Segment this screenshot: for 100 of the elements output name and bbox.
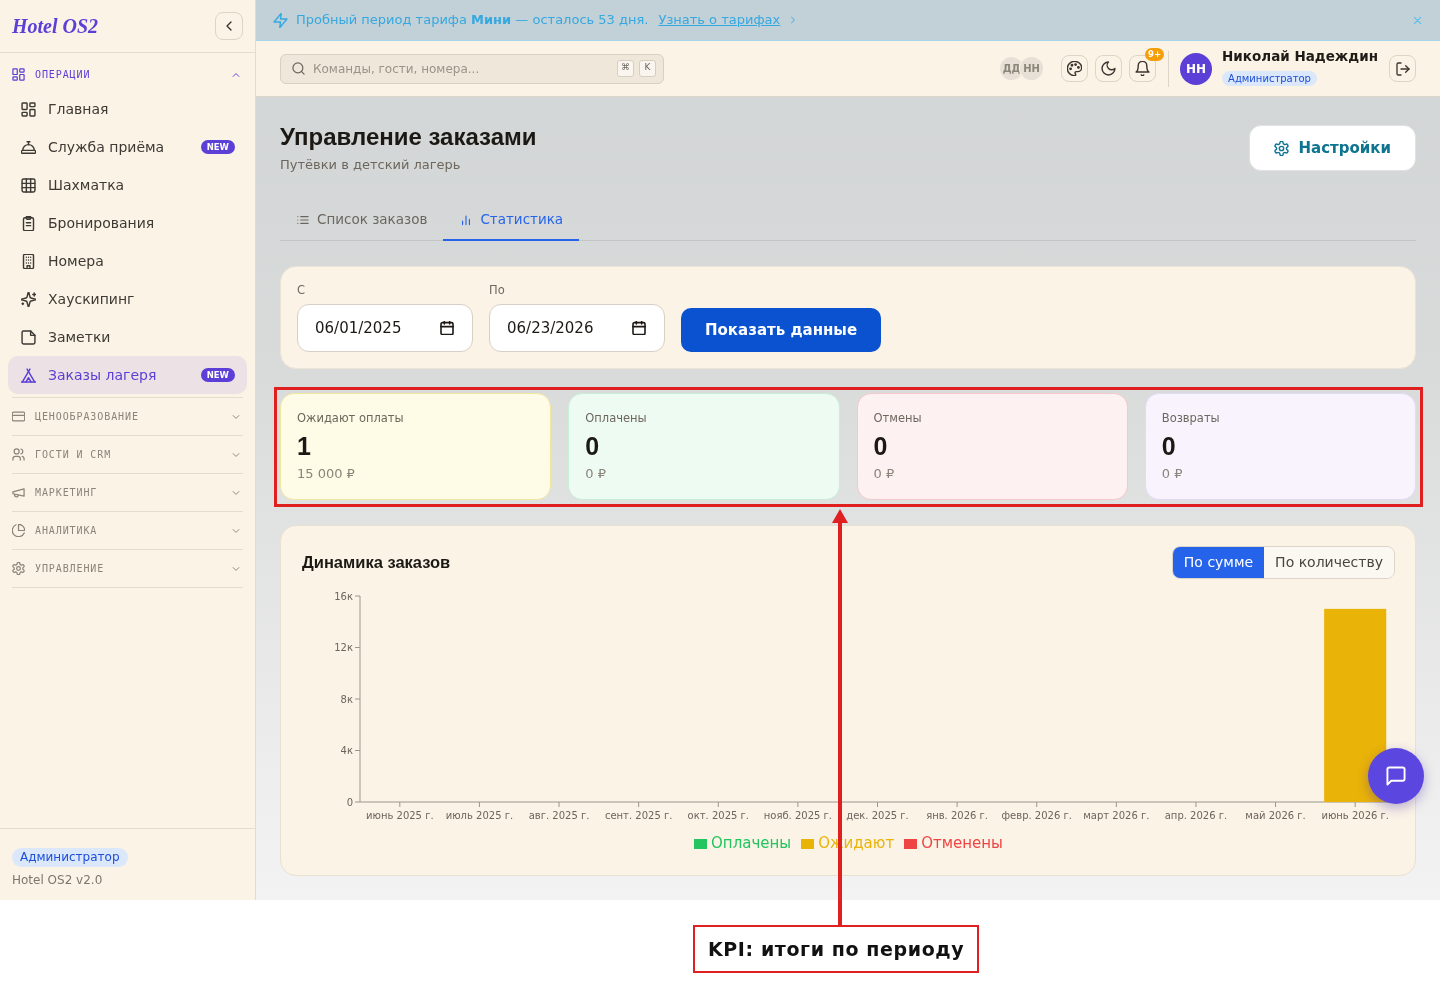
close-icon xyxy=(1412,14,1423,26)
search-icon xyxy=(292,61,305,75)
field-label: С xyxy=(297,283,307,298)
nav-section-header[interactable]: ЦЕНООБРАЗОВАНИЕ xyxy=(12,398,243,435)
field-label: По xyxy=(489,283,506,298)
moon-icon xyxy=(1101,61,1117,76)
legend-label: Отменены xyxy=(921,834,1003,853)
legend-label: Оплачены xyxy=(711,834,792,853)
axis-label: 4к xyxy=(340,745,353,756)
callout-caption: KPI: итоги по периоду xyxy=(693,925,980,973)
dark-mode-button[interactable] xyxy=(1095,55,1123,82)
kpi-label: Возвраты xyxy=(1161,410,1221,426)
nav-section-header[interactable]: УПРАВЛЕНИЕ xyxy=(12,550,243,587)
chat-icon xyxy=(1386,766,1406,786)
chart-title: Динамика заказов xyxy=(302,552,451,574)
new-badge: NEW xyxy=(200,367,235,383)
axis-label: окт. 2025 г. xyxy=(687,810,749,821)
building-icon xyxy=(21,253,36,269)
service-bell-icon xyxy=(21,139,36,155)
axis-label: 16к xyxy=(334,590,353,602)
new-badge: NEW xyxy=(200,139,235,155)
theme-palette-button[interactable] xyxy=(1061,55,1089,82)
sidebar-item[interactable]: Шахматка xyxy=(8,166,247,204)
nav-section-header[interactable]: ОПЕРАЦИИ xyxy=(12,59,243,90)
axis-label: 0 xyxy=(346,796,353,808)
kpi-amount: 0 ₽ xyxy=(585,465,607,483)
kpi-value: 0 xyxy=(585,431,601,461)
nav-section-header[interactable]: АНАЛИТИКА xyxy=(12,512,243,549)
page-title: Управление заказами xyxy=(280,122,537,152)
kpi-amount: 15 000 ₽ xyxy=(297,465,356,483)
toggle-button[interactable]: По количеству xyxy=(1264,547,1394,578)
kpi-value: 0 xyxy=(1161,431,1177,461)
role-badge: Администратор xyxy=(12,848,128,867)
palette-icon xyxy=(1067,61,1083,76)
version-text: Hotel OS2 v2.0 xyxy=(12,873,104,888)
lightning-icon xyxy=(273,12,288,28)
dashboard-icon xyxy=(21,101,36,117)
kpi-value: 1 xyxy=(297,431,312,461)
users-icon xyxy=(12,448,25,461)
kpi-label: Ожидают оплаты xyxy=(297,410,405,426)
toggle-button[interactable]: По сумме xyxy=(1172,547,1265,578)
axis-label: авг. 2025 г. xyxy=(528,810,590,821)
notification-count: 9+ xyxy=(1145,48,1165,62)
axis-label: апр. 2026 г. xyxy=(1164,810,1228,821)
axis-label: 8к xyxy=(340,693,353,705)
kpi-amount: 0 ₽ xyxy=(873,465,896,483)
pie-chart-icon xyxy=(12,524,25,537)
settings-button[interactable]: Настройки xyxy=(1249,125,1416,171)
sidebar-item[interactable]: Хаускипинг xyxy=(8,280,247,318)
list-icon xyxy=(297,213,309,226)
grid-icon xyxy=(21,177,36,193)
dashboard-icon xyxy=(12,68,25,81)
date-field[interactable]: 06/23/2026 xyxy=(489,304,665,352)
axis-label: февр. 2026 г. xyxy=(1001,810,1072,821)
sidebar-item[interactable]: Заметки xyxy=(8,318,247,356)
app-logo: Hotel OS2 xyxy=(12,15,99,37)
logout-button[interactable] xyxy=(1389,55,1416,82)
axis-label: май 2026 г. xyxy=(1245,810,1306,821)
credit-card-icon xyxy=(12,410,25,423)
tab[interactable]: Статистика xyxy=(443,200,580,241)
axis-label: янв. 2026 г. xyxy=(926,810,989,821)
date-field[interactable]: 06/01/2025 xyxy=(297,304,473,352)
kpi-value: 0 xyxy=(873,431,889,461)
axis-label: июль 2025 г. xyxy=(445,810,514,821)
tent-icon xyxy=(21,367,36,383)
bar-chart-icon xyxy=(460,213,473,226)
kpi-amount: 0 ₽ xyxy=(1161,465,1184,483)
settings-icon xyxy=(12,562,25,575)
calendar-icon xyxy=(632,321,646,335)
role-badge: Администратор xyxy=(1222,71,1317,86)
sidebar-item[interactable]: Номера xyxy=(8,242,247,280)
calendar-icon xyxy=(440,321,454,335)
axis-label: март 2026 г. xyxy=(1083,810,1150,821)
axis-label: июнь 2025 г. xyxy=(366,810,434,821)
axis-label: дек. 2025 г. xyxy=(846,810,909,821)
tab[interactable]: Список заказов xyxy=(280,200,444,241)
sidebar-item[interactable]: Заказы лагеря NEW xyxy=(8,356,247,394)
trial-notice: Пробный период тарифа Мини — осталось 53 дня. xyxy=(296,11,649,30)
note-icon xyxy=(21,329,36,345)
sparkle-icon xyxy=(21,291,36,307)
clipboard-icon xyxy=(21,215,36,231)
logout-icon xyxy=(1395,61,1410,76)
axis-label: 12к xyxy=(334,642,353,653)
sidebar-item[interactable]: Служба приёма NEW xyxy=(8,128,247,166)
megaphone-icon xyxy=(12,486,25,499)
nav-section-header[interactable]: МАРКЕТИНГ xyxy=(12,474,243,511)
sidebar-item[interactable]: Главная xyxy=(8,90,247,128)
bell-icon xyxy=(1135,61,1151,76)
axis-label: июнь 2026 г. xyxy=(1321,810,1389,821)
nav-section-header[interactable]: ГОСТИ И CRM xyxy=(12,436,243,473)
axis-label: нояб. 2025 г. xyxy=(763,810,832,821)
user-avatar: НН xyxy=(1020,57,1044,80)
kpi-label: Отмены xyxy=(873,410,923,426)
sidebar-item[interactable]: Бронирования xyxy=(8,204,247,242)
user-name: Николай Надеждин xyxy=(1222,48,1378,65)
axis-label: сент. 2025 г. xyxy=(604,810,673,821)
user-avatar: НН xyxy=(1180,52,1213,85)
kpi-label: Оплачены xyxy=(585,410,648,426)
show-data-button[interactable]: Показать данные xyxy=(681,308,882,352)
collapse-sidebar-button[interactable] xyxy=(215,12,243,40)
